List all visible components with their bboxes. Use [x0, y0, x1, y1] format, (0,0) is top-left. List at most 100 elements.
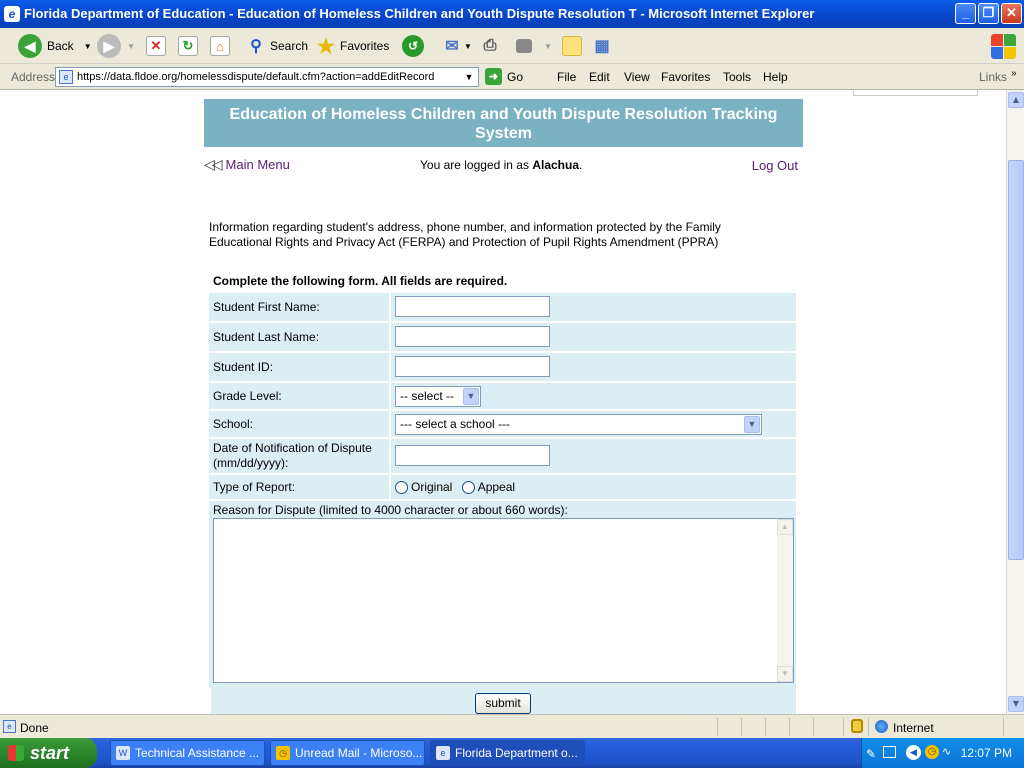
nav-row: ◁◁ Main Menu You are logged in as Alachua…: [204, 156, 803, 176]
appeal-radio[interactable]: [461, 481, 475, 495]
desktop-icon[interactable]: [883, 746, 896, 758]
logout-link[interactable]: Log Out: [752, 158, 798, 173]
mail-icon: ✉: [445, 38, 459, 55]
scroll-down-icon[interactable]: ▼: [1008, 696, 1024, 712]
logged-in-user: Alachua: [532, 158, 579, 172]
favorites-button[interactable]: ★ Favorites: [316, 33, 389, 59]
menu-view[interactable]: View: [624, 70, 650, 84]
scroll-thumb[interactable]: [1008, 160, 1024, 560]
scroll-up-icon[interactable]: ▲: [1008, 92, 1024, 108]
go-button[interactable]: ➜ Go: [485, 68, 523, 85]
menu-tools[interactable]: Tools: [723, 70, 751, 84]
clock-app-icon[interactable]: ◷: [925, 745, 939, 759]
school-value: --- select a school ---: [400, 417, 511, 431]
form-row-first-name: Student First Name:: [209, 291, 796, 321]
last-name-label: Student Last Name:: [213, 323, 391, 351]
back-arrow-icon: ◀: [18, 34, 42, 58]
chevron-down-icon: ▼: [463, 388, 479, 405]
discuss-button[interactable]: [562, 33, 582, 59]
maximize-button[interactable]: ❐: [978, 3, 999, 24]
form-row-date: Date of Notification of Dispute (mm/dd/y…: [209, 437, 796, 473]
chevron-down-icon[interactable]: ▼: [462, 70, 476, 84]
submit-button[interactable]: submit: [475, 693, 531, 714]
school-label: School:: [213, 411, 391, 437]
original-radio[interactable]: [395, 481, 408, 495]
back-button[interactable]: ◀ Back ▼: [18, 33, 92, 59]
textarea-scrollbar[interactable]: ▲ ▼: [777, 519, 793, 682]
status-bar: e Done Internet: [0, 714, 1024, 738]
main-menu-link[interactable]: ◁◁ Main Menu: [204, 156, 290, 173]
minimize-button[interactable]: _: [955, 3, 976, 24]
form-row-student-id: Student ID:: [209, 351, 796, 381]
ie-logo-icon: e: [4, 6, 20, 22]
windows-logo-icon: [988, 30, 1020, 62]
task-technical-assistance[interactable]: W Technical Assistance ...: [110, 740, 265, 766]
star-icon: ★: [317, 35, 335, 58]
privacy-notice: Information regarding student's address,…: [209, 220, 721, 249]
page-icon: e: [3, 720, 16, 733]
printer-icon: ⎙: [483, 37, 497, 54]
reason-label: Reason for Dispute (limited to 4000 char…: [213, 503, 568, 517]
task-unread-mail[interactable]: ◷ Unread Mail - Microso...: [270, 740, 425, 766]
sound-icon[interactable]: ∿: [942, 745, 958, 759]
grade-level-select[interactable]: -- select -- ▼: [395, 386, 481, 407]
menu-edit[interactable]: Edit: [589, 70, 610, 84]
url-text: https://data.fldoe.org/homelessdispute/d…: [77, 71, 435, 83]
submit-row: submit: [211, 688, 796, 714]
research-icon: ▦: [594, 38, 610, 55]
search-label: Search: [270, 39, 309, 53]
system-tray: ✎ ◀ ◷ ∿ 12:07 PM: [861, 738, 1024, 768]
first-name-field[interactable]: [395, 296, 550, 317]
chevron-down-icon: ▼: [127, 41, 135, 51]
home-button[interactable]: ⌂: [210, 33, 230, 59]
forward-arrow-icon: ▶: [97, 34, 121, 58]
menu-favorites[interactable]: Favorites: [661, 70, 710, 84]
last-name-field[interactable]: [395, 326, 550, 347]
stop-button[interactable]: ✕: [146, 33, 166, 59]
edit-icon: [516, 39, 532, 53]
search-button[interactable]: ⚲ Search: [246, 33, 308, 59]
links-label[interactable]: Links: [979, 70, 1007, 84]
go-label: Go: [507, 69, 524, 84]
pen-icon[interactable]: ✎: [866, 747, 876, 761]
url-input[interactable]: e https://data.fldoe.org/homelessdispute…: [55, 67, 479, 87]
edit-button[interactable]: ▼: [516, 33, 552, 59]
window-title: Florida Department of Education - Educat…: [24, 6, 815, 21]
chevron-left-icon[interactable]: ◀: [906, 745, 921, 760]
page-scrollbar[interactable]: ▲ ▼: [1006, 90, 1024, 714]
student-id-field[interactable]: [395, 356, 550, 377]
security-zone: Internet: [893, 721, 934, 735]
reason-textarea[interactable]: ▲ ▼: [213, 518, 794, 683]
go-arrow-icon: ➜: [485, 68, 502, 85]
appeal-label: Appeal: [477, 480, 516, 494]
task-label: Technical Assistance ...: [135, 746, 260, 760]
search-icon: ⚲: [250, 38, 262, 55]
menu-help[interactable]: Help: [763, 70, 788, 84]
chevron-down-icon: ▼: [744, 416, 760, 433]
task-florida-department[interactable]: e Florida Department o...: [430, 740, 585, 766]
date-label: Date of Notification of Dispute (mm/dd/y…: [213, 439, 391, 473]
close-button[interactable]: ✕: [1001, 3, 1022, 24]
start-label: start: [30, 743, 70, 763]
task-label: Florida Department o...: [455, 746, 578, 760]
forward-button[interactable]: ▶ ▼: [97, 33, 135, 59]
menu-file[interactable]: File: [557, 70, 576, 84]
school-select[interactable]: --- select a school --- ▼: [395, 414, 762, 435]
refresh-button[interactable]: ↻: [178, 33, 198, 59]
chevron-down-icon: ▼: [83, 41, 92, 51]
chevron-down-icon: ▼: [544, 41, 552, 51]
date-field[interactable]: [395, 445, 550, 466]
back-label: Back: [47, 39, 74, 53]
chevron-right-icon[interactable]: »: [1011, 68, 1017, 79]
start-button[interactable]: start: [0, 738, 97, 768]
messenger-button[interactable]: ▦: [592, 33, 612, 59]
scroll-down-icon[interactable]: ▼: [777, 666, 793, 682]
type-label: Type of Report:: [213, 475, 391, 499]
scroll-up-icon[interactable]: ▲: [777, 519, 793, 535]
print-button[interactable]: ⎙: [480, 33, 500, 59]
taskbar-clock: 12:07 PM: [960, 746, 1012, 760]
form-row-school: School: --- select a school --- ▼: [209, 409, 796, 437]
mail-button[interactable]: ✉ ▼: [442, 33, 472, 59]
status-text: Done: [20, 721, 49, 735]
history-button[interactable]: ↺: [402, 33, 424, 59]
